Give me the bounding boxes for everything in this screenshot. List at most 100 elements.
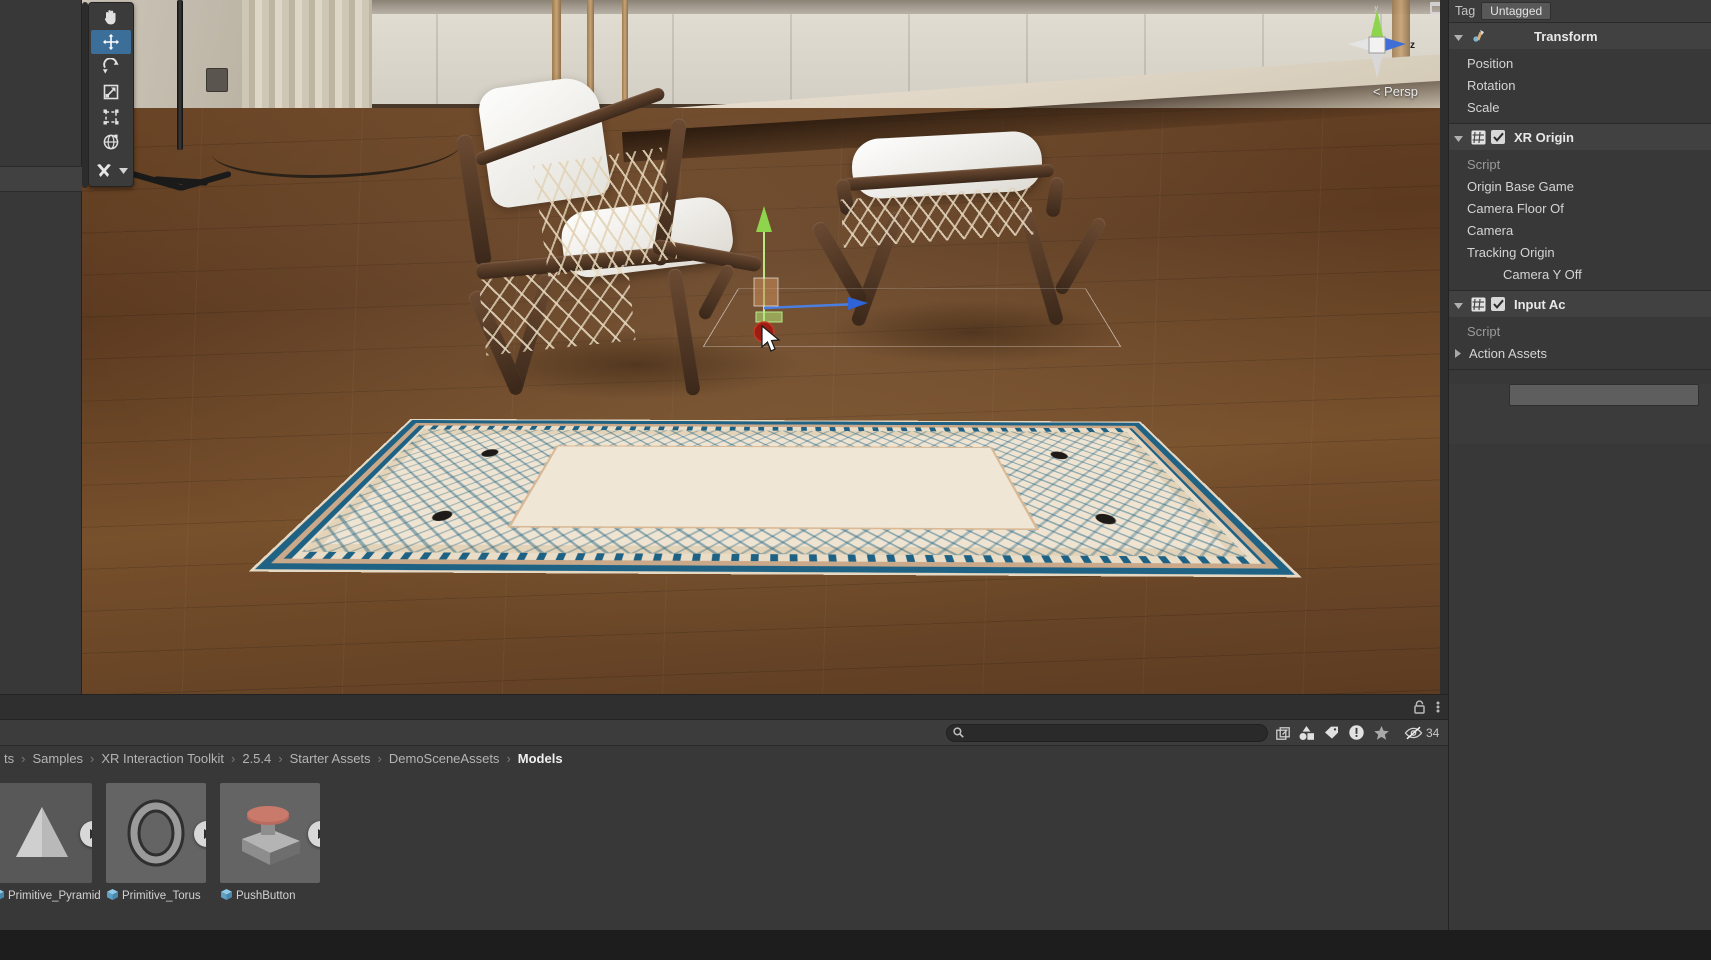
component-title: XR Origin [1514,129,1574,145]
property-row[interactable]: Rotation [1449,74,1711,96]
property-row[interactable]: Script [1449,153,1711,175]
property-label: Camera [1467,222,1514,238]
component-title: Transform [1534,28,1598,44]
asset-label-text: Primitive_Torus [122,890,201,902]
asset-item[interactable]: Primitive_Pyramid [0,783,101,904]
property-row[interactable]: Origin Base Game [1449,175,1711,197]
breadcrumb-separator: › [231,750,236,766]
inspector-object-field[interactable] [1509,384,1699,406]
property-row[interactable]: Camera Floor Of [1449,197,1711,219]
star-icon [1374,725,1389,740]
chevron-down-icon [119,168,129,174]
hierarchy-panel[interactable] [0,0,82,694]
filter-by-label[interactable] [1323,723,1340,743]
tag-label: Tag [1455,4,1476,18]
foldout-arrow-icon[interactable] [1453,30,1466,43]
rect-tool[interactable] [91,105,131,129]
property-label: Tracking Origin [1467,244,1555,260]
project-panel: 34 ts › Samples › XR Interaction Toolkit › 2.5… [0,694,1448,960]
breadcrumb-item-0[interactable]: ts [4,751,14,766]
property-row[interactable]: Position [1449,52,1711,74]
breadcrumb-item-3[interactable]: 2.5.4 [242,751,271,766]
property-label: Camera Y Off [1503,266,1582,282]
filter-warnings[interactable] [1348,723,1365,743]
play-preview-icon[interactable] [80,821,92,847]
asset-thumbnail-pyramid[interactable] [0,783,92,883]
label-tag-icon [1325,726,1338,739]
property-label: Origin Base Game [1467,178,1574,194]
projection-label[interactable]: < Persp [1373,84,1418,99]
asset-label: Primitive_Pyramid [0,888,101,904]
expand-arrow-icon[interactable] [1453,348,1463,359]
breadcrumb-item-4[interactable]: Starter Assets [290,751,371,766]
search-wrapper [946,723,1290,742]
asset-item[interactable]: PushButton [220,783,320,904]
hand-icon [104,10,116,25]
inspector-empty-area [1449,384,1711,444]
prefab-icon [0,888,5,904]
project-toolbar: 34 [0,720,1448,746]
play-preview-icon[interactable] [194,821,206,847]
asset-item[interactable]: Primitive_Torus [106,783,206,904]
custom-editor-tool[interactable] [91,159,116,183]
search-icon [953,727,964,738]
breadcrumb-item-2[interactable]: XR Interaction Toolkit [101,751,224,766]
property-row[interactable]: Action Assets [1449,342,1711,364]
foldout-arrow-icon[interactable] [1453,298,1466,311]
property-row[interactable]: Tracking Origin [1449,241,1711,263]
gizmo-z-axis [848,297,868,310]
script-icon [1471,297,1486,312]
breadcrumb-separator: › [278,750,283,766]
hierarchy-row[interactable] [0,166,82,192]
property-row[interactable]: Scale [1449,96,1711,118]
prefab-icon [106,888,119,904]
mouse-cursor [761,325,781,352]
tools-drag-handle[interactable] [82,2,88,188]
property-label: Camera Floor Of [1467,200,1564,216]
custom-tool-dropdown[interactable] [116,159,131,183]
breadcrumb-separator: › [90,750,95,766]
component-body-transform: Position Rotation Scale [1449,49,1711,123]
chair-cord-weave-back [532,147,678,277]
component-header-xr-origin[interactable]: XR Origin [1449,124,1711,150]
component-enabled-checkbox[interactable] [1491,297,1505,311]
component-body-xr-origin: Script Origin Base Game Camera Floor Of Cam… [1449,150,1711,290]
prefab-icon [220,888,233,904]
component-enabled-checkbox[interactable] [1491,130,1505,144]
gizmo-y-axis [756,206,772,232]
hidden-assets-count[interactable]: 34 [1398,723,1445,743]
property-row[interactable]: Camera [1449,219,1711,241]
asset-label-text: PushButton [236,890,296,902]
breadcrumb-item-6[interactable]: Models [518,751,563,766]
property-row[interactable]: Camera Y Off [1449,263,1711,285]
tools-palette [88,2,134,187]
tag-value-dropdown[interactable]: Untagged [1481,2,1552,20]
property-row[interactable]: Script [1449,320,1711,342]
asset-thumbnail-torus[interactable] [106,783,206,883]
transform-tool[interactable] [91,130,131,154]
hand-tool[interactable] [91,5,131,29]
expand-search-icon[interactable] [1276,727,1290,746]
asset-thumbnail-pushbutton[interactable] [220,783,320,883]
rotate-tool[interactable] [91,55,131,79]
scale-tool[interactable] [91,80,131,104]
scene-view[interactable]: y z < Persp [82,0,1448,694]
scene-orientation-gizmo[interactable]: y z [1334,6,1420,82]
lock-icon[interactable] [1413,700,1426,714]
component-header-input-action-manager[interactable]: Input Ac [1449,291,1711,317]
breadcrumb-item-1[interactable]: Samples [32,751,83,766]
move-tool[interactable] [91,30,131,54]
search-input[interactable] [946,724,1268,742]
asset-label: Primitive_Torus [106,888,206,904]
foldout-arrow-icon[interactable] [1453,131,1466,144]
filter-by-type[interactable] [1298,723,1315,743]
hidden-count-value: 34 [1426,725,1440,740]
component-header-transform[interactable]: Transform [1449,23,1711,49]
status-bar [0,930,1711,960]
inspector-panel: Tag Untagged Transform Position Rotation Sc… [1448,0,1711,960]
kebab-menu-icon[interactable] [1436,700,1440,714]
unity-editor-window: y z < Persp 34 ts › Samples › XR Interac… [0,0,1711,960]
move-arrows-icon [103,34,119,50]
breadcrumb-item-5[interactable]: DemoSceneAssets [389,751,500,766]
filter-favorites[interactable] [1373,723,1390,743]
